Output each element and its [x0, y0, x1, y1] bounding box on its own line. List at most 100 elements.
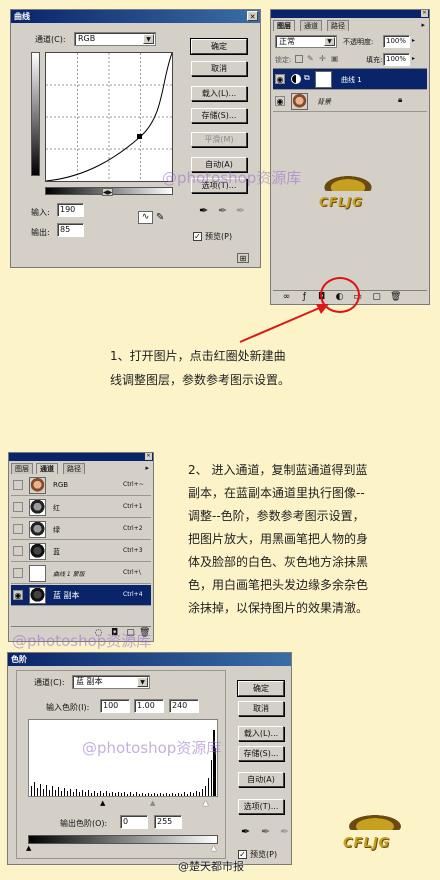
visibility-box[interactable] — [13, 502, 23, 512]
channel-shortcut: Ctrl+2 — [123, 525, 143, 532]
gradient-toggle-icon[interactable]: ◀▶ — [102, 188, 113, 196]
levels-auto-button[interactable]: 自动(A) — [238, 772, 284, 787]
levels-input-gamma[interactable]: 1.00 — [134, 699, 164, 713]
blend-mode-select[interactable]: 正常 ▼ — [275, 35, 337, 48]
black-point-slider[interactable]: ▲ — [100, 799, 105, 807]
lock-move-icon[interactable]: ✛ — [319, 54, 326, 63]
tab-layers[interactable]: 图层 — [11, 463, 33, 474]
curves-load-button[interactable]: 载入(L)... — [191, 86, 247, 101]
visibility-box[interactable] — [13, 524, 23, 534]
panel-menu-icon[interactable]: ▸ — [145, 464, 149, 472]
fill-field[interactable]: 100% — [383, 53, 410, 66]
step1-line2: 线调整图层，参数参考图示设置。 — [110, 373, 291, 387]
layer-row-curves[interactable]: ◉ ⧉ 曲线 1 — [273, 69, 427, 90]
chevron-down-icon[interactable]: ▼ — [324, 37, 335, 46]
chain-icon[interactable]: ⧉ — [304, 73, 310, 83]
curves-input-field[interactable]: 190 — [57, 203, 84, 217]
white-eyedropper-icon[interactable]: ✒ — [236, 204, 245, 217]
panel-menu-icon[interactable]: ▸ — [421, 21, 425, 29]
curves-preview-checkbox[interactable]: ✓ — [193, 232, 202, 241]
channel-thumbnail — [29, 521, 46, 538]
levels-title-bar: 色阶 — [8, 653, 291, 666]
white-point-slider[interactable]: ▲ — [203, 799, 208, 807]
gray-eyedropper-icon[interactable]: ✒ — [261, 825, 270, 838]
new-layer-icon[interactable]: ▢ — [371, 292, 382, 303]
opacity-arrow-icon[interactable]: ▸ — [412, 37, 415, 44]
tab-channels[interactable]: 通道 — [36, 463, 58, 474]
curves-output-field[interactable]: 85 — [57, 223, 84, 237]
levels-save-button[interactable]: 存储(S)... — [238, 746, 284, 761]
close-icon[interactable]: ✕ — [421, 10, 428, 17]
curves-cancel-button[interactable]: 取消 — [191, 61, 247, 76]
channel-shortcut: Ctrl+~ — [123, 481, 144, 488]
chevron-down-icon[interactable]: ▼ — [137, 677, 148, 687]
levels-channel-select[interactable]: 蓝 副本 ▼ — [72, 675, 150, 689]
trash-icon[interactable]: 🗑︎ — [390, 292, 401, 303]
levels-output-black[interactable]: 0 — [120, 815, 148, 829]
opacity-field[interactable]: 100% — [383, 35, 410, 48]
black-eyedropper-icon[interactable]: ✒ — [199, 204, 208, 217]
close-icon[interactable]: ✕ — [247, 11, 258, 21]
tab-paths[interactable]: 路径 — [327, 20, 349, 31]
output-white-slider[interactable]: ▲ — [211, 844, 216, 852]
channel-row-blue-copy[interactable]: ◉ 蓝 副本 Ctrl+4 — [11, 585, 151, 606]
levels-cancel-button[interactable]: 取消 — [238, 701, 284, 716]
lock-brush-icon[interactable]: ✎ — [307, 54, 314, 63]
layer-name: 背景 — [317, 98, 331, 106]
curve-point[interactable] — [137, 134, 142, 139]
channel-row-curves-mask[interactable]: 曲线 1 蒙版 Ctrl+\ — [11, 563, 151, 584]
weibo-watermark: @楚天都市报 — [178, 860, 244, 873]
channel-thumbnail — [29, 499, 46, 516]
levels-input-black[interactable]: 100 — [100, 699, 130, 713]
output-gradient-bar — [28, 835, 218, 844]
curve-graph[interactable] — [45, 52, 173, 182]
curves-channel-select[interactable]: RGB ▼ — [74, 32, 156, 46]
tab-channels[interactable]: 通道 — [300, 20, 322, 31]
layers-tab-strip: 图层 通道 路径 ▸ — [273, 20, 427, 31]
channel-row-red[interactable]: 红 Ctrl+1 — [11, 497, 151, 518]
close-icon[interactable]: ✕ — [145, 453, 152, 460]
levels-output-white[interactable]: 255 — [154, 815, 182, 829]
visibility-box[interactable] — [13, 568, 23, 578]
black-eyedropper-icon[interactable]: ✒ — [241, 825, 250, 838]
pencil-icon[interactable]: ✎ — [156, 211, 168, 224]
curves-smooth-button[interactable]: 平滑(M) — [191, 132, 247, 147]
levels-histogram — [28, 719, 218, 797]
output-black-slider[interactable]: ▲ — [26, 844, 31, 852]
eye-icon[interactable]: ◉ — [275, 96, 285, 106]
channel-row-blue[interactable]: 蓝 Ctrl+3 — [11, 541, 151, 562]
curves-save-button[interactable]: 存储(S)... — [191, 108, 247, 123]
channel-row-green[interactable]: 绿 Ctrl+2 — [11, 519, 151, 540]
eye-icon[interactable]: ◉ — [13, 590, 23, 600]
visibility-box[interactable] — [13, 480, 23, 490]
levels-ok-button[interactable]: 确定 — [237, 680, 285, 697]
gray-point-slider[interactable]: ▲ — [150, 799, 155, 807]
tab-layers[interactable]: 图层 — [273, 20, 295, 31]
levels-input-label: 输入色阶(I): — [46, 703, 90, 712]
input-slider-track[interactable]: ▲ ▲ ▲ — [28, 799, 218, 807]
lock-transparency-icon[interactable] — [295, 55, 303, 63]
curve-mode-icon[interactable]: ∿ — [138, 211, 153, 224]
eye-icon[interactable]: ◉ — [275, 74, 285, 84]
expand-icon[interactable]: ⊞ — [237, 253, 249, 263]
layer-mask-thumbnail[interactable] — [315, 71, 332, 88]
lock-all-icon[interactable]: ▣ — [331, 54, 339, 63]
channel-thumbnail — [29, 587, 46, 604]
white-eyedropper-icon[interactable]: ✒ — [280, 825, 289, 838]
levels-load-button[interactable]: 载入(L)... — [238, 726, 284, 741]
levels-options-button[interactable]: 选项(T)... — [238, 799, 284, 814]
layer-row-background[interactable]: ◉ 背景 🔒︎ — [273, 91, 427, 112]
tab-paths[interactable]: 路径 — [63, 463, 85, 474]
channel-thumbnail — [29, 543, 46, 560]
gray-eyedropper-icon[interactable]: ✒ — [218, 204, 227, 217]
levels-input-white[interactable]: 240 — [169, 699, 199, 713]
chevron-down-icon[interactable]: ▼ — [143, 34, 154, 44]
visibility-box[interactable] — [13, 546, 23, 556]
levels-channel-value: 蓝 副本 — [76, 677, 103, 686]
output-slider-track[interactable]: ▲ ▲ — [26, 844, 218, 852]
channels-tab-strip: 图层 通道 路径 ▸ — [11, 463, 151, 474]
curves-ok-button[interactable]: 确定 — [190, 38, 248, 55]
channel-row-rgb[interactable]: RGB Ctrl+~ — [11, 475, 151, 496]
channel-name: 绿 — [53, 526, 60, 534]
fill-arrow-icon[interactable]: ▸ — [412, 55, 415, 62]
